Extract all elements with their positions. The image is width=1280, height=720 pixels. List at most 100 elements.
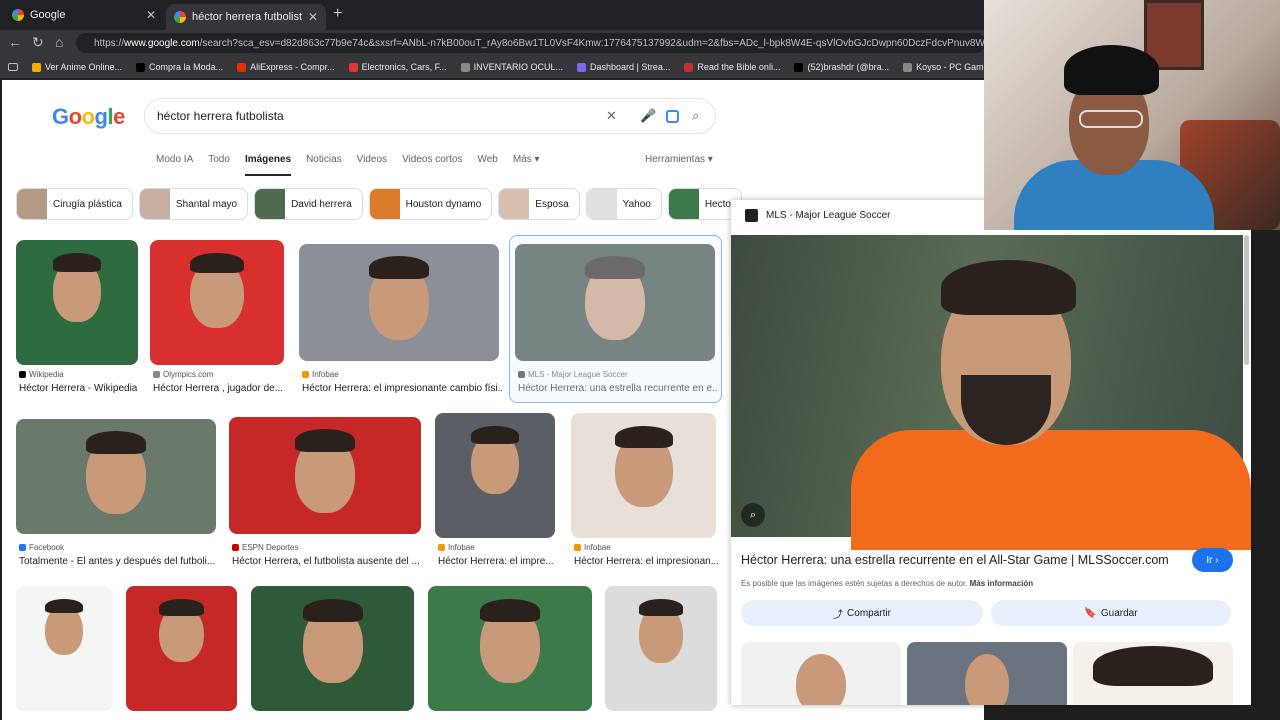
- chip-thumbnail: [586, 189, 617, 219]
- bookmark-item[interactable]: Compra la Moda...: [136, 62, 223, 72]
- copyright-text: Es posible que las imágenes estén sujeta…: [741, 579, 968, 588]
- tab-nav-item[interactable]: Imágenes: [244, 154, 292, 176]
- chip-label: Hecto: [704, 198, 731, 210]
- source-favicon-icon: [302, 371, 309, 379]
- result-caption[interactable]: Infobae Héctor Herrera: el impre...: [438, 543, 558, 567]
- tab-google[interactable]: Google ✕: [4, 4, 164, 26]
- related-chip[interactable]: Yahoo: [585, 188, 662, 220]
- image-result[interactable]: [16, 586, 112, 711]
- result-caption[interactable]: Facebook Totalmente - El antes y después …: [19, 543, 219, 567]
- bookmark-item[interactable]: Ver Anime Online...: [32, 62, 122, 72]
- google-logo[interactable]: Google: [52, 104, 125, 130]
- image-result[interactable]: [16, 240, 138, 365]
- bookmark-item[interactable]: INVENTARIO OCUL...: [460, 62, 563, 72]
- bookmark-item[interactable]: Electronics, Cars, F...: [348, 62, 447, 72]
- tab-nav-item[interactable]: Modo IA: [156, 154, 193, 176]
- tab-nav-item[interactable]: Videos cortos: [402, 154, 462, 176]
- image-result[interactable]: [150, 240, 284, 365]
- result-source: Olympics.com: [153, 370, 287, 379]
- close-tab-icon[interactable]: ✕: [146, 8, 156, 22]
- bookmark-item[interactable]: (52)brashdr (@bra...: [794, 62, 889, 72]
- thumb-face: [796, 654, 846, 705]
- bookmark-favicon-icon: [32, 62, 41, 72]
- bookmark-item[interactable]: Read the Bible onli...: [684, 62, 780, 72]
- bookmark-item[interactable]: AliExpress - Compr...: [237, 62, 335, 72]
- microphone-icon[interactable]: 🎤: [640, 108, 656, 124]
- tab-nav-item[interactable]: Noticias: [306, 154, 342, 176]
- url-prefix: https://: [94, 37, 125, 49]
- image-result[interactable]: [126, 586, 237, 711]
- search-input[interactable]: héctor herrera futbolista ✕ 🎤 ⌕: [144, 98, 716, 134]
- address-bar[interactable]: https://www.google.com/search?sca_esv=d8…: [76, 33, 986, 53]
- related-thumb[interactable]: [907, 642, 1067, 705]
- result-source-label: Facebook: [29, 543, 65, 552]
- related-chip[interactable]: David herrera: [254, 188, 363, 220]
- result-caption[interactable]: Infobae Héctor Herrera: el impresionante …: [302, 370, 502, 394]
- result-title: Héctor Herrera, el futbolista ausente de…: [232, 556, 420, 567]
- result-title: Héctor Herrera - Wikipedia: [19, 383, 138, 394]
- tab-search[interactable]: héctor herrera futbolista - Buscar ✕: [166, 4, 326, 30]
- reload-icon[interactable]: ↻: [32, 34, 44, 51]
- tab-nav-item[interactable]: Web: [477, 154, 497, 176]
- chip-label: Houston dynamo: [405, 198, 482, 210]
- result-title: Héctor Herrera: el impre...: [438, 556, 554, 567]
- tab-nav-item[interactable]: Todo: [208, 154, 230, 176]
- result-hair: [52, 252, 102, 272]
- bookmark-favicon-icon: [903, 62, 913, 72]
- image-result[interactable]: [16, 419, 216, 534]
- home-icon[interactable]: ⌂: [55, 34, 63, 50]
- bookmark-label: Dashboard | Strea...: [590, 62, 671, 72]
- image-result[interactable]: [428, 586, 592, 711]
- image-result[interactable]: [435, 413, 555, 538]
- image-result[interactable]: [251, 586, 414, 711]
- result-source: ESPN Deportes: [232, 543, 424, 552]
- image-result[interactable]: [229, 417, 421, 534]
- result-caption[interactable]: Wikipedia Héctor Herrera - Wikipedia: [19, 370, 141, 394]
- chip-label: David herrera: [291, 198, 352, 210]
- related-thumb[interactable]: [1073, 642, 1233, 705]
- related-chips: Cirugía plástica Shantal mayo David herrer…: [16, 188, 742, 220]
- bookmark-label: Compra la Moda...: [149, 62, 224, 72]
- clear-icon[interactable]: ✕: [606, 108, 617, 124]
- copyright-notice: Es posible que las imágenes estén sujeta…: [741, 579, 1033, 588]
- panel-scrollbar[interactable]: [1244, 235, 1249, 365]
- chip-label: Esposa: [535, 198, 569, 210]
- related-chip[interactable]: Shantal mayo: [138, 188, 249, 220]
- result-caption[interactable]: Olympics.com Héctor Herrera , jugador de.…: [153, 370, 287, 394]
- result-caption[interactable]: Infobae Héctor Herrera: el impresionan...: [574, 543, 719, 567]
- visit-button[interactable]: Ir ›: [1192, 548, 1233, 572]
- result-hair: [159, 598, 204, 616]
- panel-source[interactable]: MLS - Major League Soccer: [766, 210, 891, 221]
- lens-search-icon[interactable]: ⌕: [741, 503, 765, 527]
- google-favicon-icon: [174, 11, 186, 23]
- result-hair: [295, 428, 355, 453]
- image-result[interactable]: [299, 244, 499, 361]
- related-chip[interactable]: Cirugía plástica: [16, 188, 133, 220]
- related-chip[interactable]: Esposa: [498, 188, 580, 220]
- image-result[interactable]: [571, 413, 716, 538]
- tab-nav-item[interactable]: Videos: [357, 154, 387, 176]
- chip-thumbnail: [369, 189, 400, 219]
- related-thumb[interactable]: [741, 642, 901, 705]
- lens-icon[interactable]: [666, 110, 679, 123]
- panel-title[interactable]: Héctor Herrera: una estrella recurrente …: [741, 553, 1169, 567]
- bookmark-label: (52)brashdr (@bra...: [807, 62, 890, 72]
- search-query: héctor herrera futbolista: [157, 109, 284, 123]
- search-icon[interactable]: ⌕: [692, 108, 699, 124]
- chip-thumbnail: [139, 189, 170, 219]
- tools-button[interactable]: Herramientas ▾: [645, 154, 713, 165]
- share-button[interactable]: ⤴ Compartir: [741, 600, 983, 626]
- new-tab-button[interactable]: +: [333, 5, 342, 23]
- more-info-link[interactable]: Más información: [970, 579, 1034, 588]
- image-result[interactable]: [605, 586, 717, 711]
- close-tab-icon[interactable]: ✕: [308, 10, 318, 24]
- bookmark-item[interactable]: Dashboard | Strea...: [577, 62, 670, 72]
- save-button[interactable]: 🔖 Guardar: [991, 600, 1231, 626]
- result-caption[interactable]: ESPN Deportes Héctor Herrera, el futbolis…: [232, 543, 424, 567]
- back-icon[interactable]: ←: [8, 34, 22, 50]
- apps-icon[interactable]: [8, 63, 18, 71]
- related-chip[interactable]: Houston dynamo: [368, 188, 493, 220]
- bookmark-favicon-icon: [237, 62, 247, 72]
- tab-nav-item[interactable]: Más ▾: [513, 154, 540, 176]
- preview-image[interactable]: ⌕: [731, 235, 1251, 550]
